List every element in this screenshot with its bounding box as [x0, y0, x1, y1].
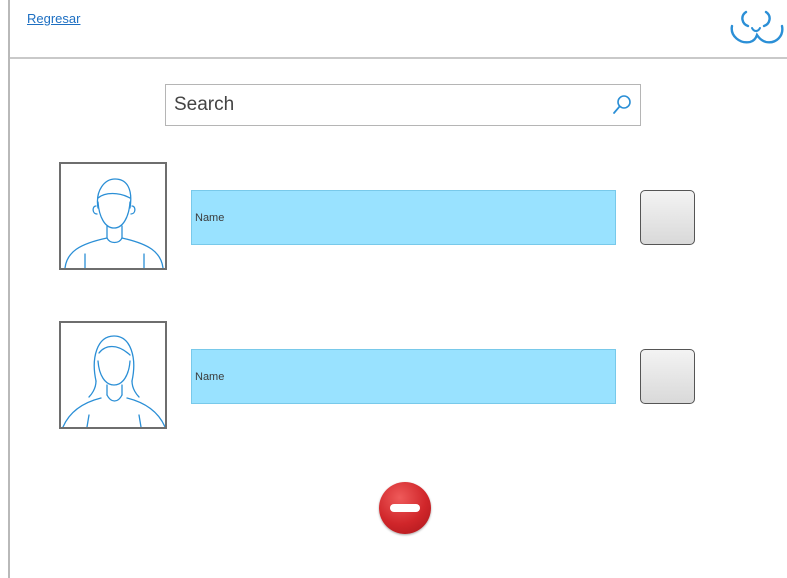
- user-row: Name: [0, 321, 787, 431]
- user-row: Name: [0, 162, 787, 272]
- select-checkbox[interactable]: [640, 190, 695, 245]
- minus-circle-icon: [390, 504, 420, 512]
- female-avatar-icon: [59, 321, 167, 429]
- name-field[interactable]: Name: [191, 349, 616, 404]
- name-field[interactable]: Name: [191, 190, 616, 245]
- search-box: [165, 84, 641, 126]
- male-avatar-icon: [59, 162, 167, 270]
- search-icon[interactable]: [610, 93, 634, 117]
- select-checkbox[interactable]: [640, 349, 695, 404]
- search-input[interactable]: [166, 85, 640, 125]
- headset-logo-icon: [726, 6, 786, 48]
- header-bar: Regresar: [10, 0, 787, 59]
- left-divider: [8, 0, 10, 578]
- back-link[interactable]: Regresar: [27, 11, 80, 26]
- remove-button[interactable]: [379, 482, 431, 534]
- app-frame: Regresar Search Name Name: [0, 0, 787, 578]
